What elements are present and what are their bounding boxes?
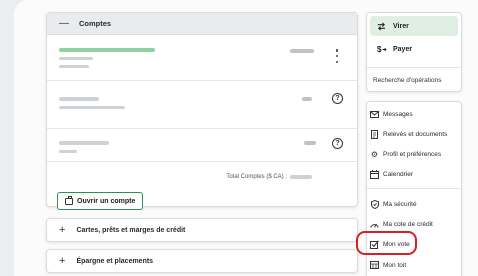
accounts-header[interactable]: — Comptes	[47, 13, 357, 35]
document-icon	[370, 129, 379, 139]
menu-item-home[interactable]: Mon toit	[370, 259, 406, 271]
shield-icon	[370, 199, 379, 209]
savings-section[interactable]: + Épargne et placements	[46, 249, 358, 273]
divider	[367, 188, 461, 189]
menu-item-security[interactable]: Ma sécurité	[370, 198, 417, 210]
transfer-button[interactable]: Virer	[370, 16, 458, 36]
transfer-icon	[377, 22, 386, 30]
search-operations-link[interactable]: Recherche d'opérations	[373, 77, 441, 84]
collapse-icon[interactable]: —	[59, 18, 69, 29]
help-icon[interactable]: ?	[332, 138, 343, 149]
open-account-button[interactable]: Ouvrir un compte	[57, 192, 144, 210]
quick-actions-card: Virer $ Payer Recherche d'opérations	[366, 12, 462, 92]
envelope-icon	[370, 110, 379, 119]
menu-item-credit-score[interactable]: Ma cote de crédit	[370, 218, 433, 230]
menu-item-messages[interactable]: Messages	[370, 108, 413, 120]
help-icon[interactable]: ?	[332, 93, 343, 104]
account-row[interactable]: ?	[47, 93, 357, 129]
savings-section-title: Épargne et placements	[76, 257, 154, 265]
account-number-redacted	[59, 106, 125, 109]
account-balance-redacted	[290, 49, 314, 53]
credit-section-title: Cartes, prêts et marges de crédit	[76, 226, 186, 234]
account-name-redacted	[59, 48, 155, 52]
transfer-label: Virer	[393, 22, 409, 30]
credit-section[interactable]: + Cartes, prêts et marges de crédit	[46, 218, 358, 242]
accounts-card: — Comptes ? ? Total Comptes ($ CA) : Ouv…	[46, 12, 358, 210]
menu-item-calendar[interactable]: Calendrier	[370, 168, 413, 180]
total-value-redacted	[290, 175, 312, 179]
expand-icon[interactable]: +	[59, 255, 65, 267]
accounts-total: Total Comptes ($ CA) :	[226, 174, 312, 180]
menu-item-label: Profil et préférences	[383, 150, 442, 158]
svg-text:$: $	[377, 45, 382, 54]
house-icon	[370, 261, 379, 270]
gauge-icon	[370, 220, 379, 229]
menu-item-label: Calendrier	[383, 170, 413, 178]
briefcase-icon	[65, 195, 73, 205]
more-options-icon[interactable]	[335, 49, 339, 63]
menu-item-profile[interactable]: ⚙ Profil et préférences	[370, 148, 441, 160]
pay-label: Payer	[393, 45, 413, 53]
menu-item-label: Ma sécurité	[383, 200, 417, 208]
account-name-redacted	[59, 97, 99, 101]
account-type-redacted	[59, 65, 89, 68]
calendar-icon	[370, 169, 379, 179]
menu-item-label: Mon toit	[383, 261, 407, 269]
pay-icon: $	[377, 45, 387, 54]
account-row[interactable]	[47, 36, 357, 81]
gear-icon: ⚙	[370, 149, 379, 159]
open-account-label: Ouvrir un compte	[77, 197, 136, 205]
menu-item-label: Messages	[383, 110, 413, 118]
vote-highlight-annotation	[356, 231, 417, 255]
account-row[interactable]: ?	[47, 129, 357, 162]
account-name-redacted	[59, 141, 109, 145]
account-number-redacted	[59, 57, 93, 60]
accounts-title: Comptes	[79, 19, 112, 28]
total-label: Total Comptes ($ CA) :	[226, 174, 287, 180]
divider	[367, 67, 461, 68]
pay-button[interactable]: $ Payer	[370, 40, 458, 58]
account-balance-redacted	[302, 97, 312, 101]
expand-icon[interactable]: +	[59, 224, 65, 236]
menu-item-label: Ma cote de crédit	[383, 220, 433, 228]
account-balance-redacted	[304, 141, 316, 145]
menu-item-label: Relevés et documents	[383, 130, 448, 138]
menu-item-statements[interactable]: Relevés et documents	[370, 128, 447, 140]
account-number-redacted	[59, 150, 77, 153]
